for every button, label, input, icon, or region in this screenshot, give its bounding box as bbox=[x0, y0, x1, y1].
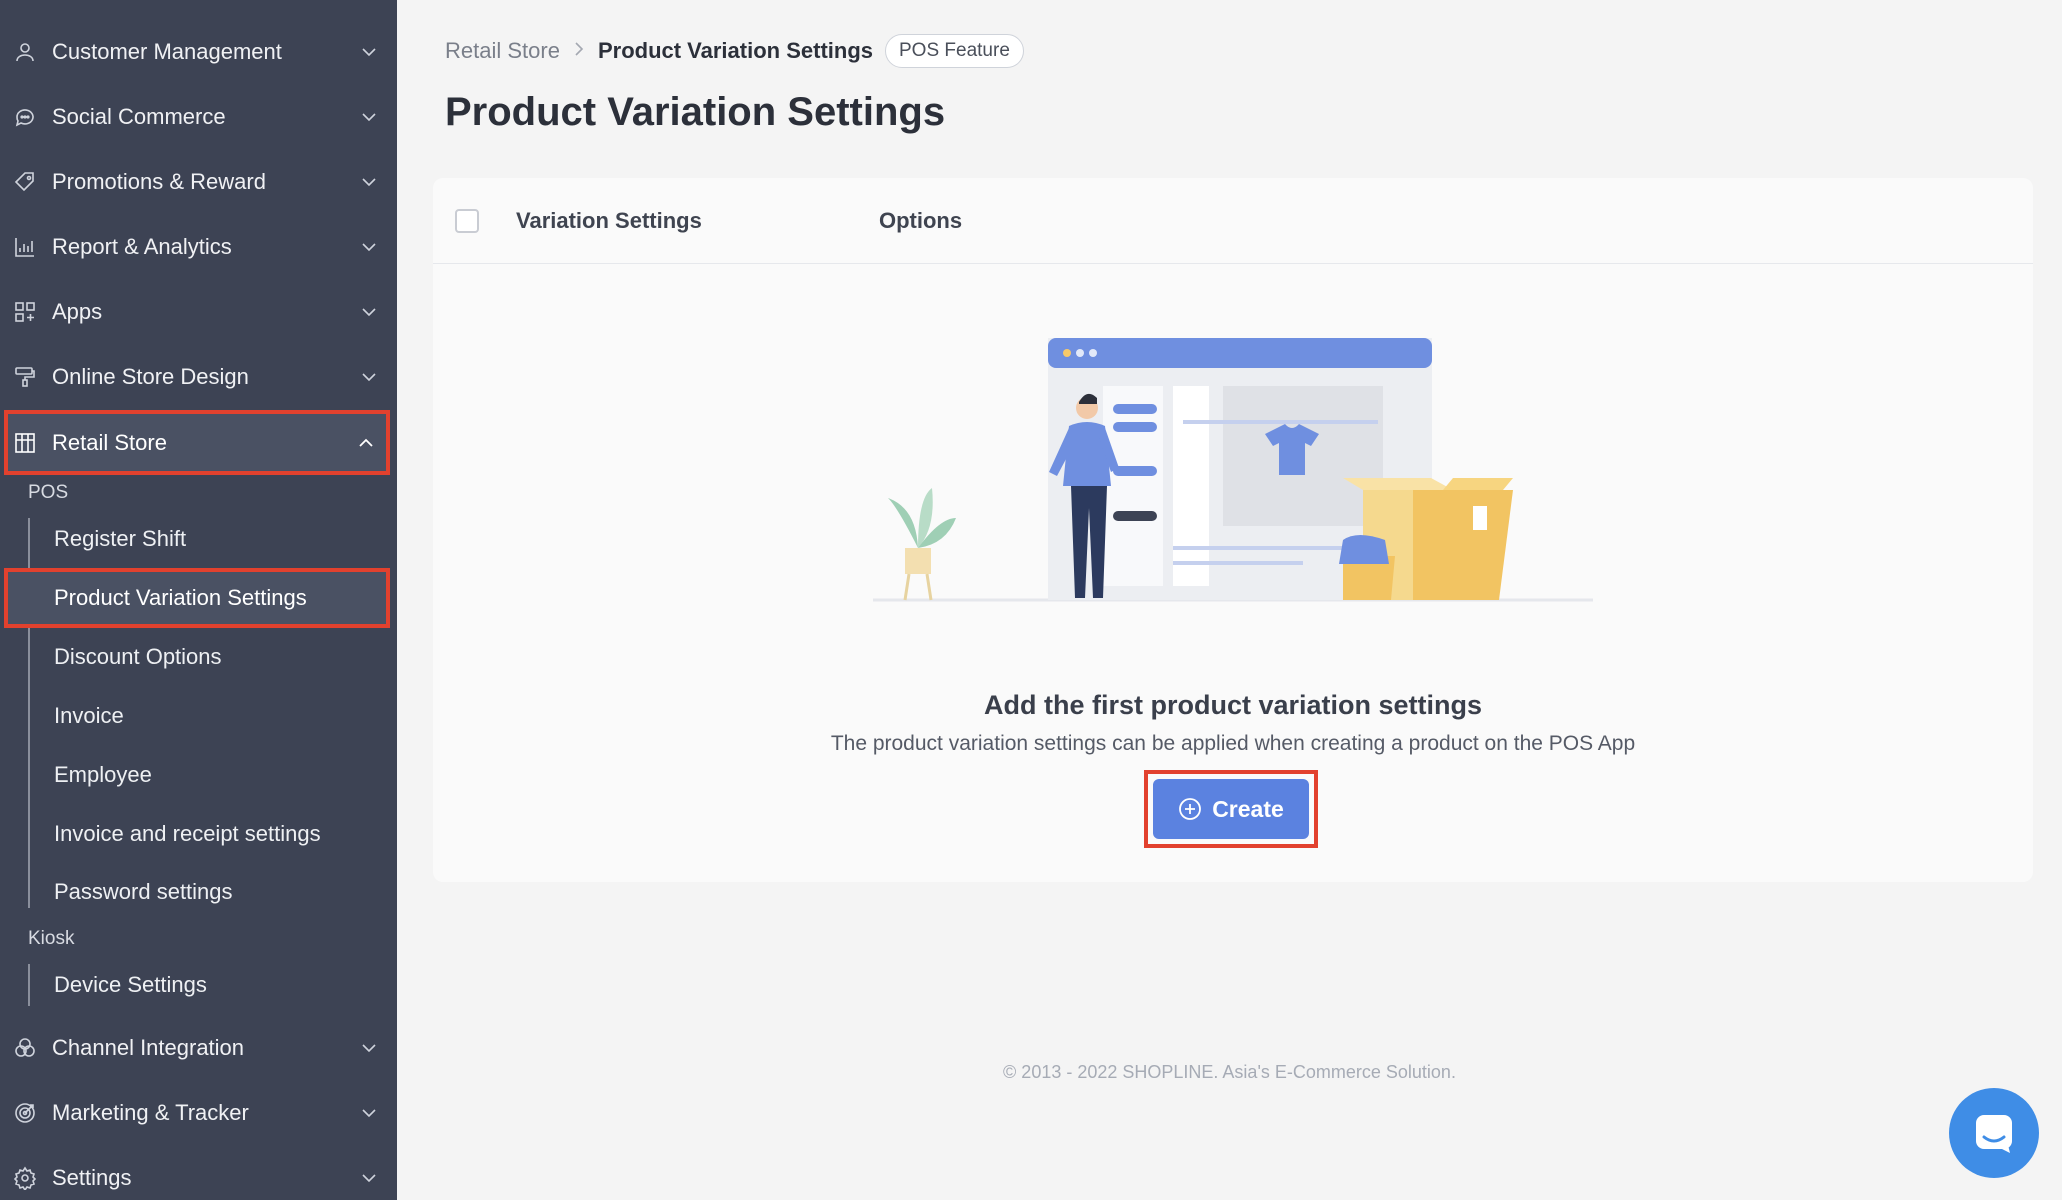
chat-widget-button[interactable] bbox=[1949, 1088, 2039, 1178]
chevron-down-icon bbox=[359, 42, 379, 62]
chevron-down-icon bbox=[359, 107, 379, 127]
nav-retail-store[interactable]: Retail Store bbox=[4, 410, 390, 475]
submenu-employee[interactable]: Employee bbox=[54, 762, 152, 788]
breadcrumb-retail-store[interactable]: Retail Store bbox=[445, 38, 560, 64]
nav-label: Retail Store bbox=[52, 429, 167, 455]
gear-icon bbox=[12, 1165, 38, 1191]
create-button[interactable]: Create bbox=[1153, 779, 1309, 839]
chevron-down-icon bbox=[359, 1103, 379, 1123]
nav-settings[interactable]: Settings bbox=[0, 1145, 397, 1200]
nav-label: Report & Analytics bbox=[52, 233, 232, 259]
tag-icon bbox=[12, 169, 38, 195]
footer-copyright: © 2013 - 2022 SHOPLINE. Asia's E-Commerc… bbox=[1003, 1062, 1456, 1082]
submenu-discount-options[interactable]: Discount Options bbox=[54, 644, 222, 670]
nav-label: Channel Integration bbox=[52, 1034, 245, 1060]
chat-icon bbox=[1976, 1115, 2012, 1153]
submenu-register-shift[interactable]: Register Shift bbox=[54, 526, 186, 552]
submenu-invoice[interactable]: Invoice bbox=[54, 703, 124, 729]
group-label-pos: POS bbox=[28, 482, 69, 503]
nav-label: Customer Management bbox=[52, 38, 282, 64]
nav-label: Marketing & Tracker bbox=[52, 1099, 249, 1125]
person-icon bbox=[12, 39, 38, 65]
kiosk-submenu-line bbox=[28, 964, 30, 1006]
chevron-down-icon bbox=[359, 367, 379, 387]
paint-roller-icon bbox=[12, 364, 38, 390]
table-header: Variation Settings Options bbox=[433, 178, 2033, 264]
nav-social-commerce[interactable]: Social Commerce bbox=[0, 84, 397, 149]
nav-report-analytics[interactable]: Report & Analytics bbox=[0, 214, 397, 279]
breadcrumb-current: Product Variation Settings bbox=[597, 38, 873, 63]
submenu-password-settings[interactable]: Password settings bbox=[54, 879, 233, 905]
submenu-product-variation-settings[interactable]: Product Variation Settings bbox=[54, 585, 307, 611]
store-icon bbox=[12, 430, 38, 456]
variation-settings-card: Variation Settings Options Add the first… bbox=[433, 178, 2033, 882]
bar-chart-icon bbox=[12, 234, 38, 260]
apps-grid-icon bbox=[12, 299, 38, 325]
select-all-checkbox[interactable] bbox=[455, 209, 479, 233]
submenu-invoice-receipt-settings[interactable]: Invoice and receipt settings bbox=[54, 821, 321, 847]
nav-label: Settings bbox=[52, 1164, 132, 1190]
target-icon bbox=[12, 1100, 38, 1126]
nav-customer-management[interactable]: Customer Management bbox=[0, 19, 397, 84]
pos-feature-badge: POS Feature bbox=[885, 34, 1024, 68]
main-content: Retail Store Product Variation Settings … bbox=[397, 0, 2062, 1200]
plus-circle-icon bbox=[1179, 798, 1202, 820]
chevron-down-icon bbox=[359, 172, 379, 192]
sidebar: Customer Management Social Commerce Prom… bbox=[0, 0, 397, 1200]
chevron-down-icon bbox=[359, 237, 379, 257]
nav-promotions-reward[interactable]: Promotions & Reward bbox=[0, 149, 397, 214]
chevron-down-icon bbox=[359, 1168, 379, 1188]
nav-label: Online Store Design bbox=[52, 363, 249, 389]
nav-label: Social Commerce bbox=[52, 103, 226, 129]
column-variation-settings: Variation Settings bbox=[516, 208, 702, 233]
page-title: Product Variation Settings bbox=[445, 90, 946, 134]
chevron-down-icon bbox=[359, 1038, 379, 1058]
group-label-kiosk: Kiosk bbox=[28, 928, 75, 949]
nav-label: Apps bbox=[52, 298, 103, 324]
create-button-highlight: Create bbox=[1144, 770, 1318, 848]
breadcrumb: Retail Store Product Variation Settings … bbox=[445, 34, 1024, 68]
chevron-up-icon bbox=[356, 433, 376, 453]
nav-apps[interactable]: Apps bbox=[0, 279, 397, 344]
nav-label: Promotions & Reward bbox=[52, 168, 266, 194]
nav-marketing-tracker[interactable]: Marketing & Tracker bbox=[0, 1080, 397, 1145]
column-options: Options bbox=[879, 208, 963, 233]
empty-state-title: Add the first product variation settings bbox=[983, 690, 1483, 720]
nav-channel-integration[interactable]: Channel Integration bbox=[0, 1015, 397, 1080]
chat-bubble-icon bbox=[12, 104, 38, 130]
empty-state-illustration bbox=[873, 338, 1593, 602]
submenu-device-settings[interactable]: Device Settings bbox=[54, 972, 207, 998]
create-button-label: Create bbox=[1212, 795, 1284, 822]
chevron-right-icon bbox=[574, 41, 584, 62]
nav-online-store-design[interactable]: Online Store Design bbox=[0, 344, 397, 409]
chevron-down-icon bbox=[359, 302, 379, 322]
channels-icon bbox=[12, 1035, 38, 1061]
empty-state-description: The product variation settings can be ap… bbox=[830, 732, 1636, 755]
